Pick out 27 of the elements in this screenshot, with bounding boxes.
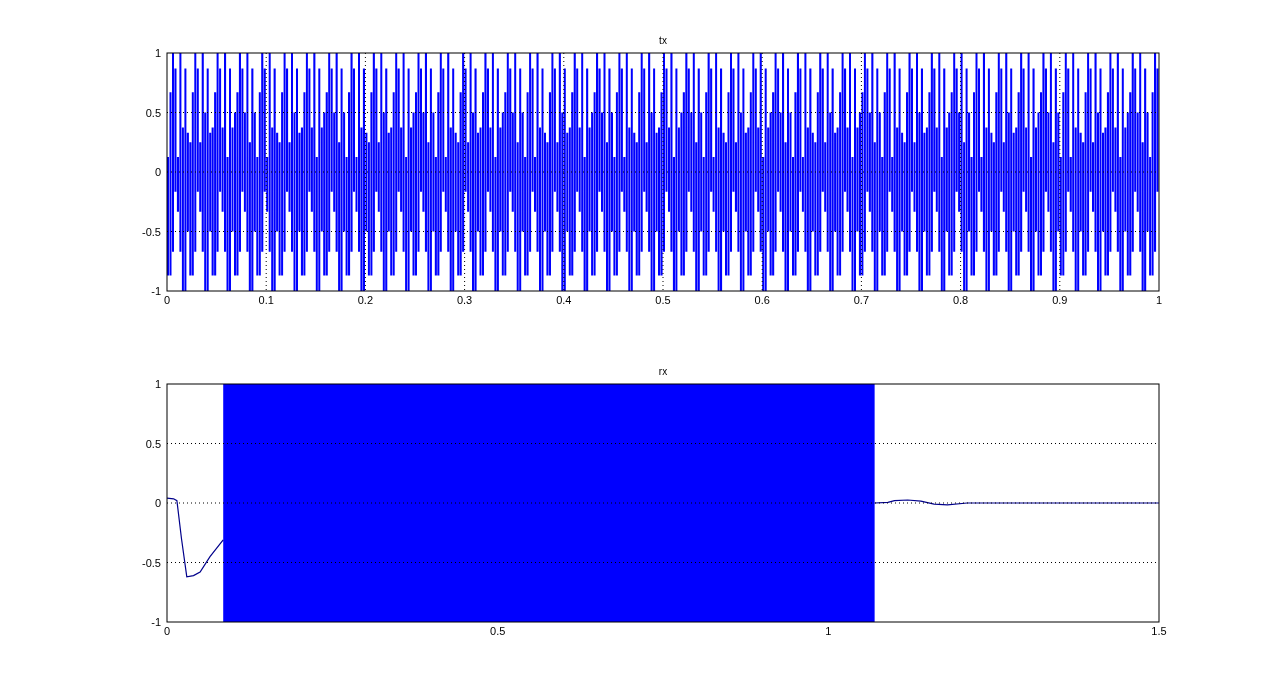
tick-label: 0.6 <box>754 294 770 306</box>
tick-label: 0.8 <box>952 294 969 306</box>
tick-label: 0.5 <box>490 625 506 637</box>
tick-label: 0.3 <box>456 294 473 306</box>
tick-label: 0.1 <box>258 294 274 306</box>
tick-label: 1 <box>154 47 161 59</box>
tick-label: -1 <box>151 285 161 297</box>
tick-label: 1 <box>825 625 832 637</box>
tick-label: 0.2 <box>357 294 374 306</box>
plot-title: tx <box>659 35 667 46</box>
tick-label: -0.5 <box>142 556 161 569</box>
tick-label: 0.5 <box>145 106 161 119</box>
tick-label: 0 <box>163 625 171 637</box>
tick-label: 0.5 <box>655 294 671 306</box>
tick-label: 1.5 <box>1151 625 1167 637</box>
tick-label: 1 <box>154 378 161 390</box>
plot-title: rx <box>658 366 668 377</box>
tick-label: 1 <box>1155 294 1163 306</box>
tick-label: 0.7 <box>853 294 870 306</box>
tick-label: 0 <box>163 294 171 306</box>
tick-label: 0.4 <box>556 294 572 306</box>
tick-label: 0.9 <box>1052 294 1068 306</box>
tick-label: -1 <box>151 616 161 628</box>
tick-label: 0.5 <box>145 437 161 450</box>
tick-label: 0 <box>154 497 161 509</box>
tick-label: -0.5 <box>142 225 161 238</box>
tick-label: 0 <box>154 166 161 178</box>
